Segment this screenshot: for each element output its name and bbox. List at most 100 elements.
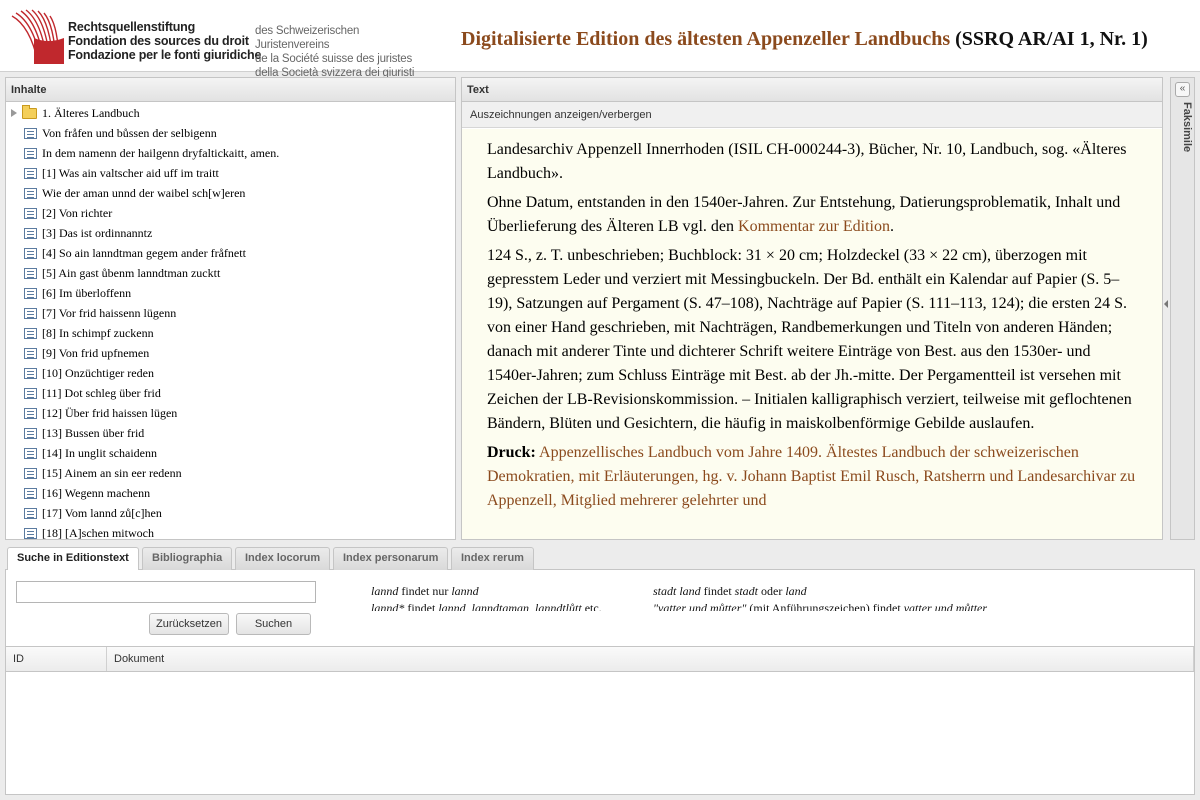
tab-index-locorum[interactable]: Index locorum xyxy=(235,547,331,570)
document-icon xyxy=(24,167,37,179)
results-table: ID Dokument xyxy=(5,646,1195,795)
document-icon xyxy=(24,267,37,279)
toc-item-label: Wie der aman unnd der waibel sch[w]eren xyxy=(42,185,246,200)
toc-item[interactable]: [10] Onzüchtiger reden xyxy=(6,363,455,383)
toc-item-label: [2] Von richter xyxy=(42,205,113,220)
expand-facsimile-icon[interactable]: « xyxy=(1175,82,1190,97)
document-icon xyxy=(24,467,37,479)
toc-item[interactable]: Von fråfen und bůssen der selbigenn xyxy=(6,123,455,143)
toc-item-label: [5] Ain gast ůbenm lanndtman zucktt xyxy=(42,265,221,280)
document-icon xyxy=(24,147,37,159)
tab-index-personarum[interactable]: Index personarum xyxy=(333,547,449,570)
column-header-id[interactable]: ID xyxy=(6,647,107,671)
document-icon xyxy=(24,427,37,439)
toc-item[interactable]: [16] Wegenn machenn xyxy=(6,483,455,503)
document-icon xyxy=(24,487,37,499)
document-icon xyxy=(24,327,37,339)
reset-button[interactable]: Zurücksetzen xyxy=(149,613,229,635)
toc-item[interactable]: [5] Ain gast ůbenm lanndtman zucktt xyxy=(6,263,455,283)
toc-item-label: [7] Vor frid haissenn lügenn xyxy=(42,305,177,320)
facsimile-panel-collapsed[interactable]: « Faksimile xyxy=(1170,77,1195,540)
toc-panel: Inhalte 1. Älteres Landbuch Von fråfen u… xyxy=(5,77,456,540)
toc-item-label: [17] Vom lannd zů[c]hen xyxy=(42,505,162,520)
toc-item[interactable]: [12] Über frid haissen lügen xyxy=(6,403,455,423)
toc-tree[interactable]: 1. Älteres Landbuch Von fråfen und bůsse… xyxy=(6,103,455,539)
document-icon xyxy=(24,447,37,459)
document-icon xyxy=(24,387,37,399)
collapse-arrow-icon[interactable] xyxy=(1164,300,1168,308)
text-panel: Text Auszeichnungen anzeigen/verbergen L… xyxy=(461,77,1163,540)
print-edition-link[interactable]: Appenzellisches Landbuch vom Jahre 1409.… xyxy=(487,444,1135,509)
print-label: Druck: xyxy=(487,444,536,461)
toc-item-label: Von fråfen und bůssen der selbigenn xyxy=(42,125,217,140)
toc-item[interactable]: [9] Von frid upfnemen xyxy=(6,343,455,363)
document-icon xyxy=(24,227,37,239)
toc-item[interactable]: [2] Von richter xyxy=(6,203,455,223)
dating-text-end: . xyxy=(890,218,894,235)
document-icon xyxy=(24,507,37,519)
toc-item-label: [13] Bussen über frid xyxy=(42,425,145,440)
document-icon xyxy=(24,187,37,199)
toc-item[interactable]: [6] Im überloffenn xyxy=(6,283,455,303)
column-header-document[interactable]: Dokument xyxy=(107,647,1194,671)
document-icon xyxy=(24,127,37,139)
dating-paragraph: Ohne Datum, entstanden in den 1540er-Jah… xyxy=(487,191,1137,239)
search-panel: Zurücksetzen Suchen lannd findet nur lan… xyxy=(5,570,1195,646)
toc-item[interactable]: In dem namenn der hailgenn dryfaltickait… xyxy=(6,143,455,163)
toc-item[interactable]: [4] So ain lanndtman gegem ander fråfnet… xyxy=(6,243,455,263)
toc-item-label: [16] Wegenn machenn xyxy=(42,485,151,500)
toc-item[interactable]: Wie der aman unnd der waibel sch[w]eren xyxy=(6,183,455,203)
search-help-exact: lannd findet nur lannd xyxy=(371,584,479,598)
search-button[interactable]: Suchen xyxy=(236,613,311,635)
toc-item[interactable]: [7] Vor frid haissenn lügenn xyxy=(6,303,455,323)
toc-item-label: [3] Das ist ordinnanntz xyxy=(42,225,153,240)
toc-item[interactable]: [18] [A]schen mitwoch xyxy=(6,523,455,539)
logo-name-de: Rechtsquellenstiftung xyxy=(68,20,196,34)
toc-item-label: [15] Ainem an sin eer redenn xyxy=(42,465,182,480)
toc-item-label: [9] Von frid upfnemen xyxy=(42,345,150,360)
search-help-column: stadt land findet stadt oder land "vatte… xyxy=(653,583,987,611)
feather-quill-logo-icon xyxy=(8,8,66,64)
toc-item[interactable]: [15] Ainem an sin eer redenn xyxy=(6,463,455,483)
search-help-or: stadt land findet stadt oder land xyxy=(653,584,807,598)
search-input[interactable] xyxy=(16,581,316,603)
page-title: Digitalisierte Edition des ältesten Appe… xyxy=(461,28,1148,51)
document-icon xyxy=(24,207,37,219)
logo-sub-de: des Schweizerischen Juristenvereins xyxy=(255,25,360,51)
results-table-header: ID Dokument xyxy=(6,647,1194,672)
toc-item-label: [18] [A]schen mitwoch xyxy=(42,525,154,540)
print-paragraph: Druck: Appenzellisches Landbuch vom Jahr… xyxy=(487,441,1137,513)
search-help-column: lannd findet nur lannd lannd* findet lan… xyxy=(371,583,602,611)
toc-item[interactable]: [1] Was ain valtscher aid uff im traitt xyxy=(6,163,455,183)
toc-item-label: [4] So ain lanndtman gegem ander fråfnet… xyxy=(42,245,246,260)
tab-bibliographia[interactable]: Bibliographia xyxy=(142,547,233,570)
app-header: Rechtsquellenstiftung Fondation des sour… xyxy=(0,0,1200,79)
toc-item[interactable]: [13] Bussen über frid xyxy=(6,423,455,443)
foundation-logo[interactable]: Rechtsquellenstiftung Fondation des sour… xyxy=(8,6,428,79)
toc-item[interactable]: [17] Vom lannd zů[c]hen xyxy=(6,503,455,523)
tab-index-rerum[interactable]: Index rerum xyxy=(451,547,534,570)
toc-item-label: [14] In unglit schaidenn xyxy=(42,445,157,460)
logo-name-it: Fondazione per le fonti giuridiche xyxy=(68,48,262,62)
tab-search-edition-text[interactable]: Suche in Editionstext xyxy=(7,547,139,571)
toc-item-label: [6] Im überloffenn xyxy=(42,285,132,300)
folder-icon xyxy=(22,104,37,119)
toc-item-label: [1] Was ain valtscher aid uff im traitt xyxy=(42,165,219,180)
toc-item[interactable]: [14] In unglit schaidenn xyxy=(6,443,455,463)
toc-item[interactable]: [11] Dot schleg über frid xyxy=(6,383,455,403)
logo-name-fr: Fondation des sources du droit xyxy=(68,34,249,48)
toc-item[interactable]: [3] Das ist ordinnanntz xyxy=(6,223,455,243)
document-icon xyxy=(24,247,37,259)
search-help-wildcard: lannd* findet lannd, lanndtaman, lanndtl… xyxy=(371,601,602,611)
document-icon xyxy=(24,307,37,319)
search-help-phrase: "vatter und můtter" (mit Anführungszeich… xyxy=(653,601,988,611)
markup-toggle-button[interactable]: Auszeichnungen anzeigen/verbergen xyxy=(462,102,1162,128)
toc-root-label: 1. Älteres Landbuch xyxy=(42,105,140,120)
facsimile-label[interactable]: Faksimile xyxy=(1171,102,1193,152)
description-paragraph: 124 S., z. T. unbeschrieben; Buchblock: … xyxy=(487,247,1132,432)
expand-triangle-icon[interactable] xyxy=(11,109,17,117)
commentary-link[interactable]: Kommentar zur Edition xyxy=(738,218,890,235)
archive-reference: Landesarchiv Appenzell Innerrhoden (ISIL… xyxy=(487,141,1127,182)
toc-root-node[interactable]: 1. Älteres Landbuch xyxy=(6,103,455,123)
toc-item[interactable]: [8] In schimpf zuckenn xyxy=(6,323,455,343)
